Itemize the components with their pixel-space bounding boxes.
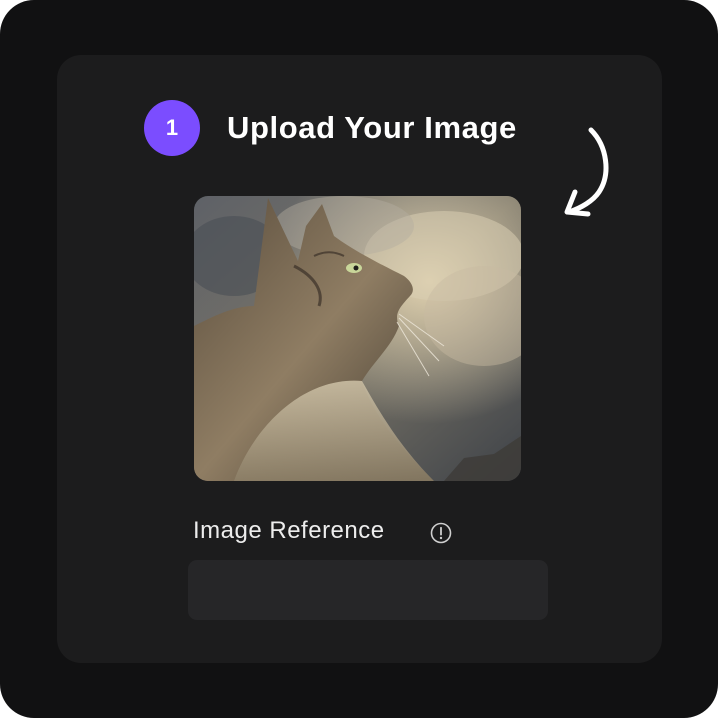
curved-arrow-down-left-icon bbox=[564, 127, 609, 217]
cat-image bbox=[194, 196, 521, 481]
uploaded-image[interactable] bbox=[194, 196, 521, 481]
app-frame: 1 Upload Your Image Image Reference bbox=[0, 0, 718, 718]
image-reference-input[interactable] bbox=[188, 560, 548, 620]
image-reference-label: Image Reference bbox=[193, 517, 385, 544]
step-number-badge: 1 bbox=[144, 100, 200, 156]
info-circle-icon[interactable] bbox=[430, 522, 452, 544]
step-title: Upload Your Image bbox=[227, 110, 517, 145]
step-number: 1 bbox=[165, 115, 179, 140]
